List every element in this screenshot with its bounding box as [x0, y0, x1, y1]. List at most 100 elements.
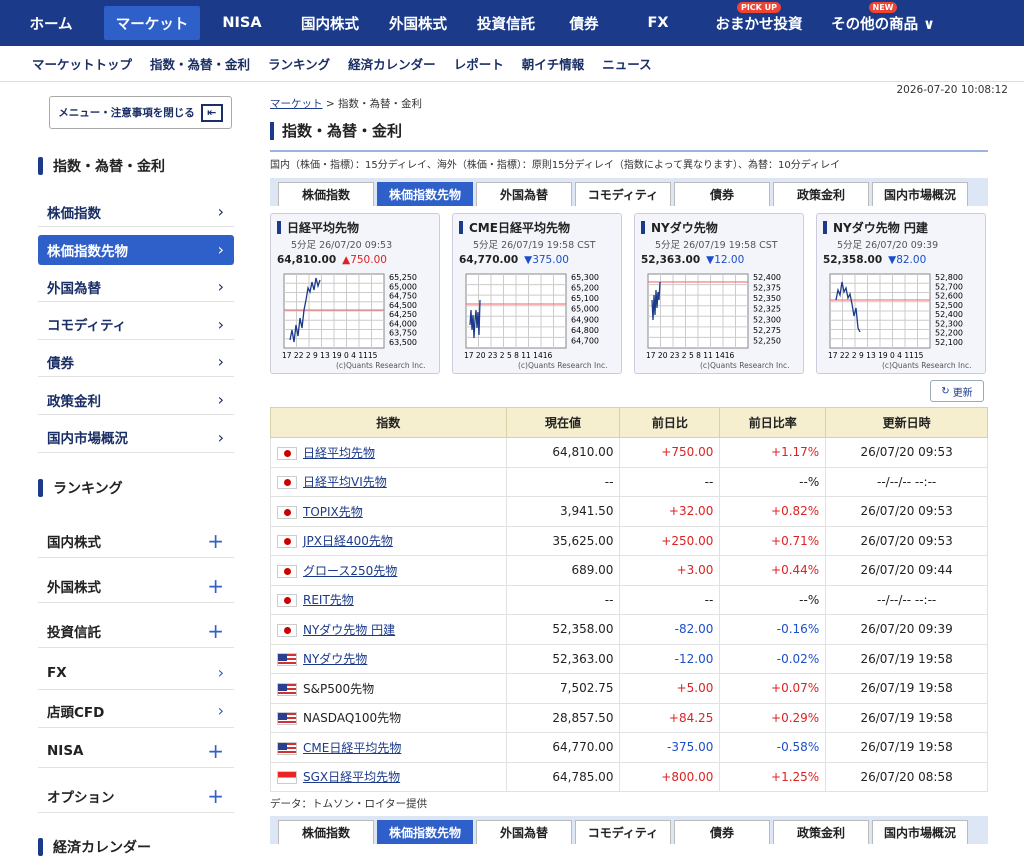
sidebar-link[interactable]: 株価指数 ›: [38, 197, 234, 227]
y-tick-label: 64,250: [389, 310, 417, 319]
sub-nav-link[interactable]: マーケットトップ: [32, 54, 132, 73]
index-chart-card[interactable]: NYダウ先物 5分足 26/07/19 19:58 CST 52,363.00 ▼12…: [634, 213, 804, 374]
sidebar-ranking-item[interactable]: オプション +: [38, 779, 234, 813]
index-name[interactable]: TOPIX先物: [303, 505, 363, 519]
tab-item[interactable]: コモディティ: [575, 820, 671, 844]
breadcrumb-link-market[interactable]: マーケット: [270, 98, 323, 110]
sidebar-ranking-item[interactable]: 投資信託 +: [38, 614, 234, 648]
sub-nav-link[interactable]: 朝イチ情報: [522, 54, 585, 73]
index-name-cell: S&P500先物: [270, 673, 507, 704]
index-name[interactable]: NYダウ先物 円建: [303, 623, 395, 637]
index-name-cell: NYダウ先物: [270, 643, 507, 674]
tab-item[interactable]: 政策金利: [773, 182, 869, 206]
sidebar-link[interactable]: 債券 ›: [38, 347, 234, 378]
tab-item[interactable]: 外国為替: [476, 820, 572, 844]
global-nav-item[interactable]: おまかせ投資 PICK UP: [700, 2, 818, 40]
global-nav-item[interactable]: NISA: [200, 6, 284, 40]
plus-icon: +: [207, 528, 224, 553]
sidebar-ranking-item[interactable]: 外国株式 +: [38, 569, 234, 603]
global-nav-item[interactable]: 国内株式: [284, 6, 376, 40]
updated-cell: 26/07/19 19:58: [825, 732, 988, 763]
index-chart-card[interactable]: 日経平均先物 5分足 26/07/20 09:53 64,810.00 ▲750.00…: [270, 213, 440, 374]
sidebar-link[interactable]: 政策金利 ›: [38, 385, 234, 415]
sidebar-ranking-item[interactable]: NISA +: [38, 734, 234, 768]
updated-cell: --/--/-- --:--: [825, 584, 988, 615]
sidebar-section-heading: ランキング: [38, 478, 123, 498]
index-name[interactable]: NYダウ先物: [303, 652, 367, 666]
card-value: 64,770.00: [459, 254, 519, 266]
index-name[interactable]: REIT先物: [303, 593, 354, 607]
change-cell: -375.00: [619, 732, 721, 763]
y-tick-label: 52,600: [935, 292, 963, 301]
sidebar-link[interactable]: 国内市場概況 ›: [38, 423, 234, 453]
flag-jp-icon: [277, 446, 297, 460]
index-name-cell: 日経平均先物: [270, 437, 507, 468]
reload-label: 更新: [952, 387, 973, 399]
chart-credit: (c)Quants Research Inc.: [336, 361, 425, 370]
sidebar-link[interactable]: 株価指数先物 ›: [38, 234, 234, 265]
plus-icon: +: [207, 573, 224, 598]
card-value-row: 52,358.00 ▼82.00: [823, 254, 926, 266]
index-name[interactable]: 日経平均先物: [303, 446, 375, 460]
change-cell: +800.00: [619, 761, 721, 792]
index-chart-card[interactable]: NYダウ先物 円建 5分足 26/07/20 09:39 52,358.00 ▼82.…: [816, 213, 986, 374]
sidebar-ranking-label: オプション: [47, 789, 115, 806]
sidebar-ranking-item[interactable]: 国内株式 +: [38, 524, 234, 558]
close-menu-button[interactable]: メニュー・注意事項を閉じる ⇤: [49, 96, 232, 129]
index-name[interactable]: 日経平均VI先物: [303, 475, 387, 489]
updated-cell: --/--/-- --:--: [825, 466, 988, 497]
change-cell: +84.25: [619, 702, 721, 733]
index-name[interactable]: CME日経平均先物: [303, 741, 401, 755]
sub-nav-link[interactable]: レポート: [454, 54, 504, 73]
sidebar: メニュー・注意事項を閉じる ⇤ 指数・為替・金利 株価指数 › 株価指数先物 › 外国為…: [38, 96, 234, 856]
price-cell: 689.00: [505, 555, 621, 586]
tab-item[interactable]: 政策金利: [773, 820, 869, 844]
y-tick-label: 52,100: [935, 338, 963, 347]
global-nav-item[interactable]: 投資信託: [460, 6, 552, 40]
reload-button[interactable]: ↻ 更新: [930, 380, 984, 402]
y-tick-label: 52,275: [753, 326, 781, 335]
sub-nav-link[interactable]: 経済カレンダー: [348, 54, 436, 73]
sidebar-link[interactable]: 外国為替 ›: [38, 272, 234, 303]
card-value-row: 64,770.00 ▼375.00: [459, 254, 569, 266]
sub-nav-link[interactable]: ランキング: [268, 54, 330, 73]
tab-item[interactable]: 債券: [674, 820, 770, 844]
tab-item[interactable]: 外国為替: [476, 182, 572, 206]
global-nav-item[interactable]: その他の商品 ∨ NEW: [818, 2, 948, 40]
tab-item[interactable]: コモディティ: [575, 182, 671, 206]
global-nav-item[interactable]: 債券: [552, 6, 616, 40]
global-nav-item[interactable]: FX: [616, 6, 700, 40]
y-tick-label: 65,300: [571, 273, 599, 282]
index-chart-card[interactable]: CME日経平均先物 5分足 26/07/19 19:58 CST 64,770.00…: [452, 213, 622, 374]
tab-item[interactable]: 国内市場概況: [872, 182, 968, 206]
tab-item[interactable]: 債券: [674, 182, 770, 206]
global-nav-label: 投資信託: [477, 16, 535, 33]
sidebar-link[interactable]: コモディティ ›: [38, 310, 234, 340]
sub-nav-link[interactable]: ニュース: [602, 54, 651, 73]
index-name[interactable]: グロース250先物: [303, 564, 397, 578]
change-cell: +32.00: [619, 496, 721, 527]
tab-item[interactable]: 株価指数: [278, 182, 374, 206]
global-nav-item[interactable]: 外国株式: [376, 6, 460, 40]
flag-us-icon: [277, 741, 297, 755]
nav-badge: NEW: [868, 2, 898, 13]
tab-item[interactable]: 株価指数先物: [377, 182, 473, 206]
chevron-right-icon: ›: [217, 277, 224, 297]
plus-icon: +: [207, 618, 224, 643]
flag-jp-icon: [277, 594, 297, 608]
global-nav-label: 外国株式: [389, 16, 447, 33]
index-name[interactable]: JPX日経400先物: [303, 534, 393, 548]
y-tick-label: 52,400: [753, 273, 781, 282]
change-cell: --: [619, 584, 721, 615]
global-nav-item[interactable]: マーケット: [104, 6, 200, 40]
tab-item[interactable]: 株価指数先物: [377, 820, 473, 844]
global-nav-item[interactable]: ホーム: [14, 6, 88, 40]
sidebar-ranking-item[interactable]: FX ›: [38, 656, 234, 690]
sidebar-ranking-item[interactable]: 店頭CFD ›: [38, 694, 234, 728]
tab-item[interactable]: 株価指数: [278, 820, 374, 844]
sub-nav-link[interactable]: 指数・為替・金利: [150, 54, 250, 73]
global-nav-label: マーケット: [115, 16, 189, 33]
index-name[interactable]: SGX日経平均先物: [303, 770, 400, 784]
sidebar-link-label: 株価指数先物: [47, 243, 128, 260]
tab-item[interactable]: 国内市場概況: [872, 820, 968, 844]
